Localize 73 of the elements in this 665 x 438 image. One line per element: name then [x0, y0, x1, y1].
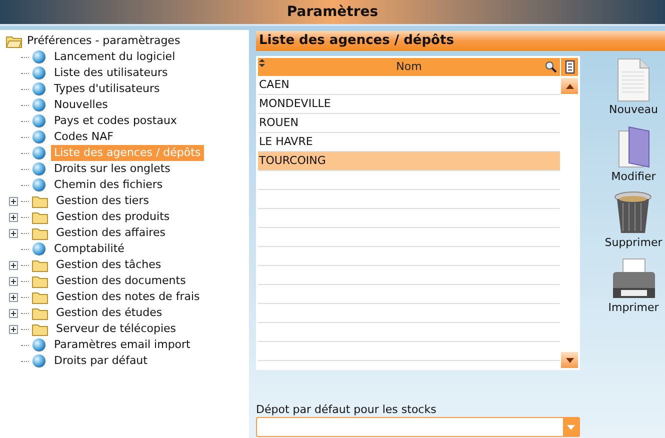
sphere-icon — [32, 178, 46, 192]
search-icon[interactable] — [545, 61, 557, 73]
folder-icon — [32, 306, 48, 320]
sphere-icon — [32, 66, 46, 80]
tree-item[interactable]: Gestion des affaires — [53, 224, 168, 242]
folder-icon — [32, 210, 48, 224]
folder-icon — [32, 322, 48, 336]
sphere-icon — [32, 242, 46, 256]
tree-item[interactable]: Gestion des produits — [53, 208, 173, 226]
expand-icon[interactable] — [9, 324, 18, 334]
tree-item[interactable]: Chemin des fichiers — [51, 176, 166, 194]
expand-icon[interactable] — [9, 276, 18, 286]
expand-icon[interactable] — [9, 228, 18, 238]
tree-item[interactable]: Gestion des notes de frais — [53, 288, 203, 306]
tree-item[interactable]: Pays et codes postaux — [51, 112, 180, 130]
table-cell[interactable]: MONDEVILLE — [259, 96, 331, 112]
tree-item[interactable]: Gestion des documents — [53, 272, 189, 290]
tree-item[interactable]: Gestion des tâches — [53, 256, 164, 274]
sphere-icon — [32, 354, 46, 368]
folder-icon — [32, 194, 48, 208]
panel-header: Liste des agences / dépôts — [256, 31, 665, 51]
tree-item[interactable]: Serveur de télécopies — [53, 320, 180, 338]
expand-icon[interactable] — [9, 260, 18, 270]
sphere-icon — [32, 98, 46, 112]
folder-icon — [32, 258, 48, 272]
expand-icon[interactable] — [9, 292, 18, 302]
tree-item[interactable]: Codes NAF — [51, 128, 116, 146]
tree-item[interactable]: Droits par défaut — [51, 352, 150, 370]
table-cell[interactable]: LE HAVRE — [259, 134, 313, 150]
trash-bin-icon — [613, 191, 654, 235]
toolbar-button[interactable]: Nouveau — [609, 58, 658, 118]
sphere-icon — [32, 146, 46, 160]
sphere-icon — [32, 338, 46, 352]
table-cell[interactable]: CAEN — [259, 76, 290, 94]
tree-item[interactable]: Lancement du logiciel — [51, 48, 178, 66]
tree-item[interactable]: Gestion des études — [53, 304, 166, 322]
toolbar-button[interactable]: Imprimer — [608, 258, 659, 316]
column-header[interactable]: Nom — [258, 58, 560, 76]
tree-item[interactable]: Comptabilité — [51, 240, 128, 258]
folder-icon — [32, 226, 48, 240]
caret-icon — [567, 424, 575, 430]
window-title: Paramètres — [286, 2, 378, 22]
sphere-icon — [32, 50, 46, 64]
tree-item[interactable]: Préférences - paramètrages — [26, 32, 182, 50]
tree-item[interactable]: Liste des utilisateurs — [51, 64, 171, 82]
expand-icon[interactable] — [9, 212, 18, 222]
sort-icon[interactable] — [259, 59, 265, 67]
scroll-down-button[interactable] — [561, 352, 578, 368]
tree-item[interactable]: Gestion des tiers — [53, 192, 152, 210]
field-label: Dépot par défaut pour les stocks — [256, 402, 438, 417]
sphere-icon — [32, 82, 46, 96]
sphere-icon — [32, 162, 46, 176]
toolbar-button[interactable]: Modifier — [611, 124, 656, 185]
sphere-icon — [32, 114, 46, 128]
folder-icon — [32, 274, 48, 288]
tree-item[interactable]: Paramètres email import — [51, 336, 194, 354]
document-icon — [616, 58, 650, 102]
dropdown-field[interactable] — [256, 417, 580, 437]
tree-item[interactable]: Droits sur les onglets — [51, 160, 174, 178]
tree-item[interactable]: Nouvelles — [51, 96, 111, 114]
caret-up-icon — [566, 84, 574, 88]
printer-icon — [610, 258, 656, 300]
folder-icon — [32, 290, 48, 304]
toolbar-button[interactable]: Supprimer — [604, 191, 662, 252]
expand-icon[interactable] — [9, 308, 18, 318]
expand-icon[interactable] — [9, 196, 18, 206]
table-cell[interactable]: ROUEN — [259, 114, 299, 132]
scroll-up-button[interactable] — [561, 78, 578, 94]
columns-icon[interactable] — [561, 58, 578, 76]
table-cell[interactable]: TOURCOING — [259, 152, 326, 170]
caret-down-icon — [566, 358, 574, 362]
sphere-icon — [32, 130, 46, 144]
tree-item[interactable]: Types d'utilisateurs — [51, 80, 163, 98]
